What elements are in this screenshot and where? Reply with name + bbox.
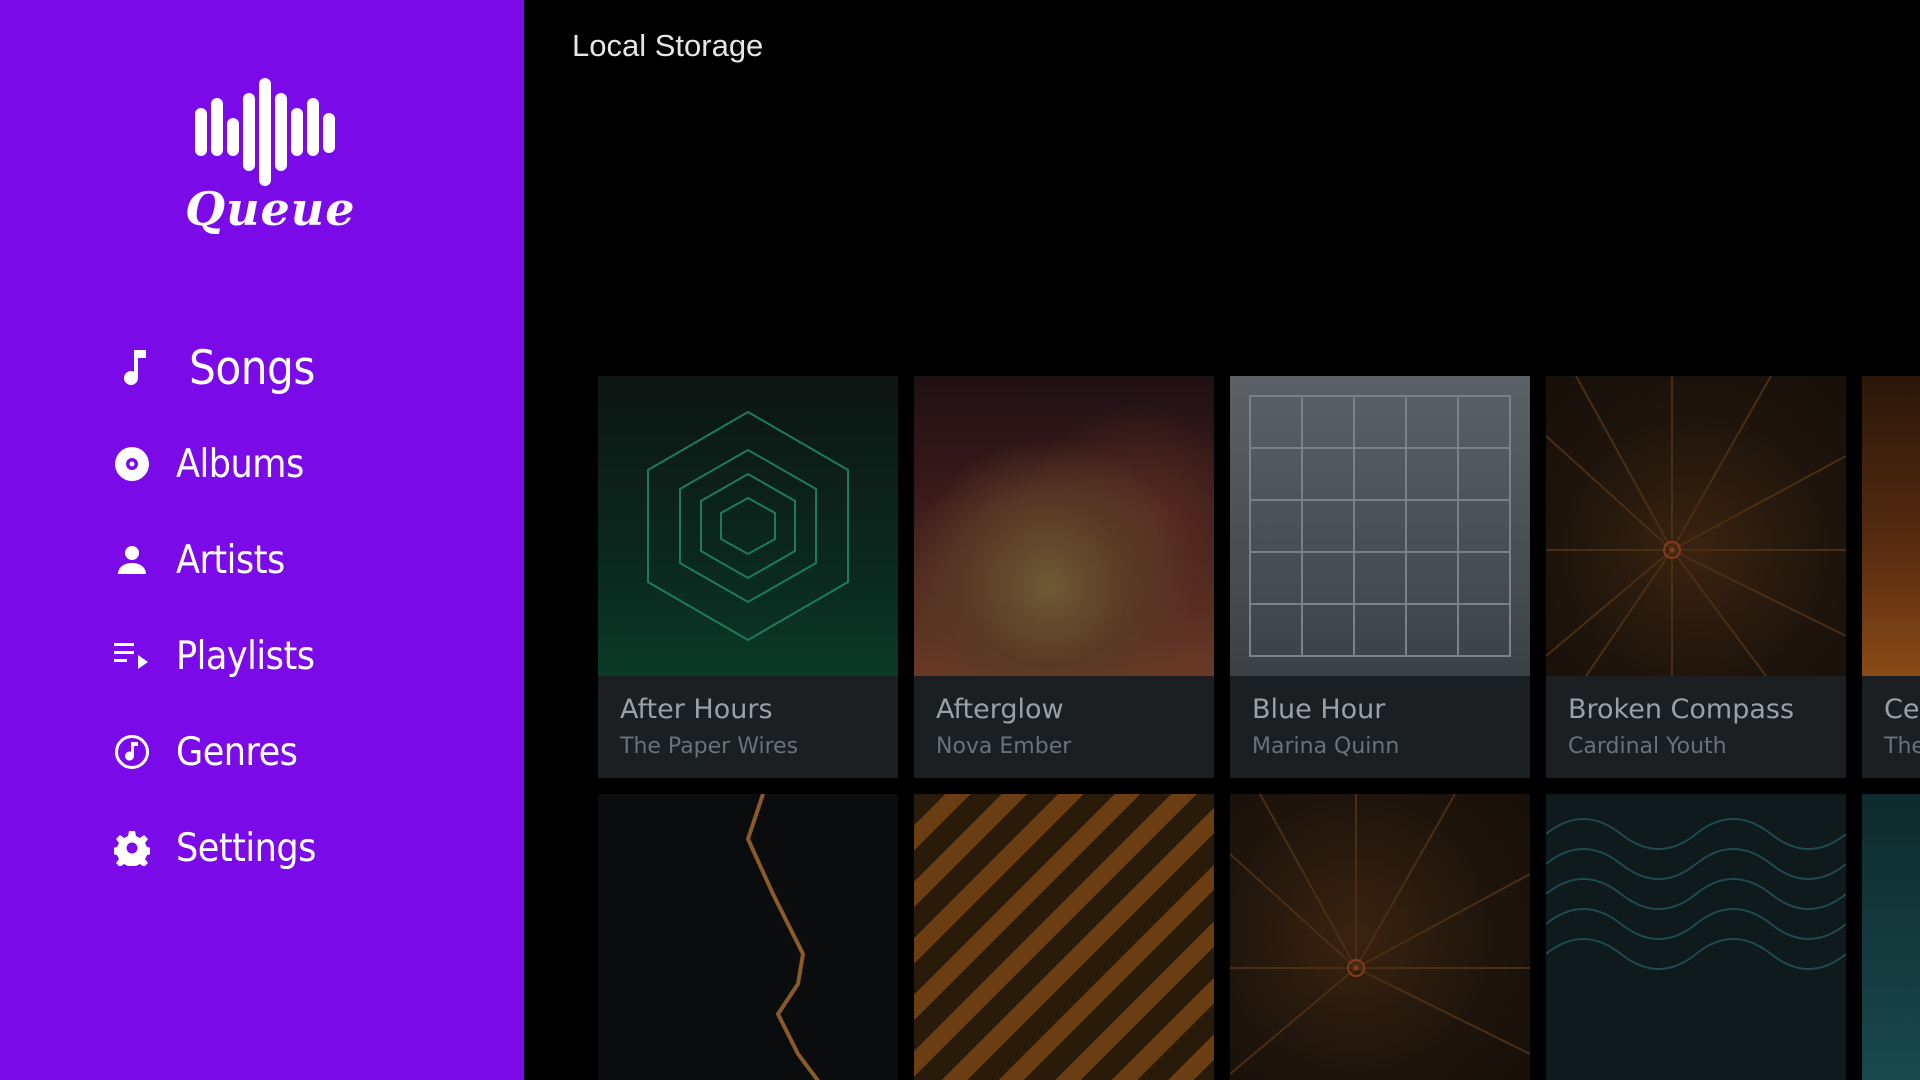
album-title: Ced xyxy=(1884,694,1920,725)
album-art xyxy=(1230,376,1530,676)
album-disc-icon xyxy=(112,444,152,484)
sidebar-item-albums[interactable]: Albums xyxy=(0,416,524,512)
album-artist: Cardinal Youth xyxy=(1568,734,1727,759)
sidebar-item-label: Albums xyxy=(176,441,304,487)
album-artist: Nova Ember xyxy=(936,734,1072,759)
app-logo: Queue xyxy=(185,78,355,248)
starburst-art xyxy=(1230,794,1530,1075)
hexagon-art xyxy=(647,410,849,642)
album-card[interactable] xyxy=(1862,794,1920,1080)
album-title: Broken Compass xyxy=(1568,694,1795,725)
starburst-art xyxy=(1546,376,1846,676)
album-art xyxy=(1862,794,1920,1080)
album-card[interactable] xyxy=(914,794,1214,1080)
album-card[interactable] xyxy=(1546,794,1846,1080)
sidebar-item-label: Settings xyxy=(176,825,316,871)
album-card[interactable] xyxy=(1230,794,1530,1080)
sidebar-item-label: Playlists xyxy=(176,633,315,679)
sidebar-item-label: Songs xyxy=(189,340,315,396)
album-art xyxy=(914,794,1214,1080)
sidebar-item-playlists[interactable]: Playlists xyxy=(0,608,524,704)
music-note-icon xyxy=(116,348,156,388)
sidebar-nav: Songs Albums Artists Playlists Genres Se… xyxy=(0,320,524,896)
genre-icon xyxy=(112,732,152,772)
lightning-art xyxy=(745,794,820,1080)
album-art xyxy=(1546,376,1846,676)
album-artist: The xyxy=(1884,734,1920,759)
wave-art xyxy=(1546,818,1846,970)
sidebar-item-artists[interactable]: Artists xyxy=(0,512,524,608)
album-title: After Hours xyxy=(620,694,773,725)
album-art xyxy=(914,376,1214,676)
app-window: Queue Songs Albums Artists Playlists Gen… xyxy=(0,0,1920,1080)
logo-wordmark: Queue xyxy=(185,182,356,236)
main-content: Local Storage After Hours The Paper Wire… xyxy=(524,0,1920,1080)
sidebar-item-settings[interactable]: Settings xyxy=(0,800,524,896)
album-art xyxy=(1546,794,1846,1080)
album-card[interactable]: Afterglow Nova Ember xyxy=(914,376,1214,778)
playlist-icon xyxy=(112,636,152,676)
album-card[interactable]: Ced The xyxy=(1862,376,1920,778)
waveform-logo-icon xyxy=(195,78,335,186)
album-art xyxy=(598,794,898,1080)
page-title: Local Storage xyxy=(572,28,764,63)
album-card[interactable] xyxy=(598,794,898,1080)
album-art xyxy=(598,376,898,676)
album-art xyxy=(1862,376,1920,676)
sidebar-item-genres[interactable]: Genres xyxy=(0,704,524,800)
gear-icon xyxy=(112,828,152,868)
album-card[interactable]: Blue Hour Marina Quinn xyxy=(1230,376,1530,778)
sidebar: Queue Songs Albums Artists Playlists Gen… xyxy=(0,0,524,1080)
album-art xyxy=(1230,794,1530,1080)
album-card[interactable]: Broken Compass Cardinal Youth xyxy=(1546,376,1846,778)
album-artist: The Paper Wires xyxy=(620,734,799,759)
sidebar-item-songs[interactable]: Songs xyxy=(0,320,524,416)
person-icon xyxy=(112,540,152,580)
album-artist: Marina Quinn xyxy=(1252,734,1400,759)
album-title: Blue Hour xyxy=(1252,694,1386,725)
sidebar-item-label: Genres xyxy=(176,729,298,775)
album-card[interactable]: After Hours The Paper Wires xyxy=(598,376,898,778)
album-title: Afterglow xyxy=(936,694,1064,725)
sidebar-item-label: Artists xyxy=(176,537,285,583)
grid-art xyxy=(1249,395,1511,657)
